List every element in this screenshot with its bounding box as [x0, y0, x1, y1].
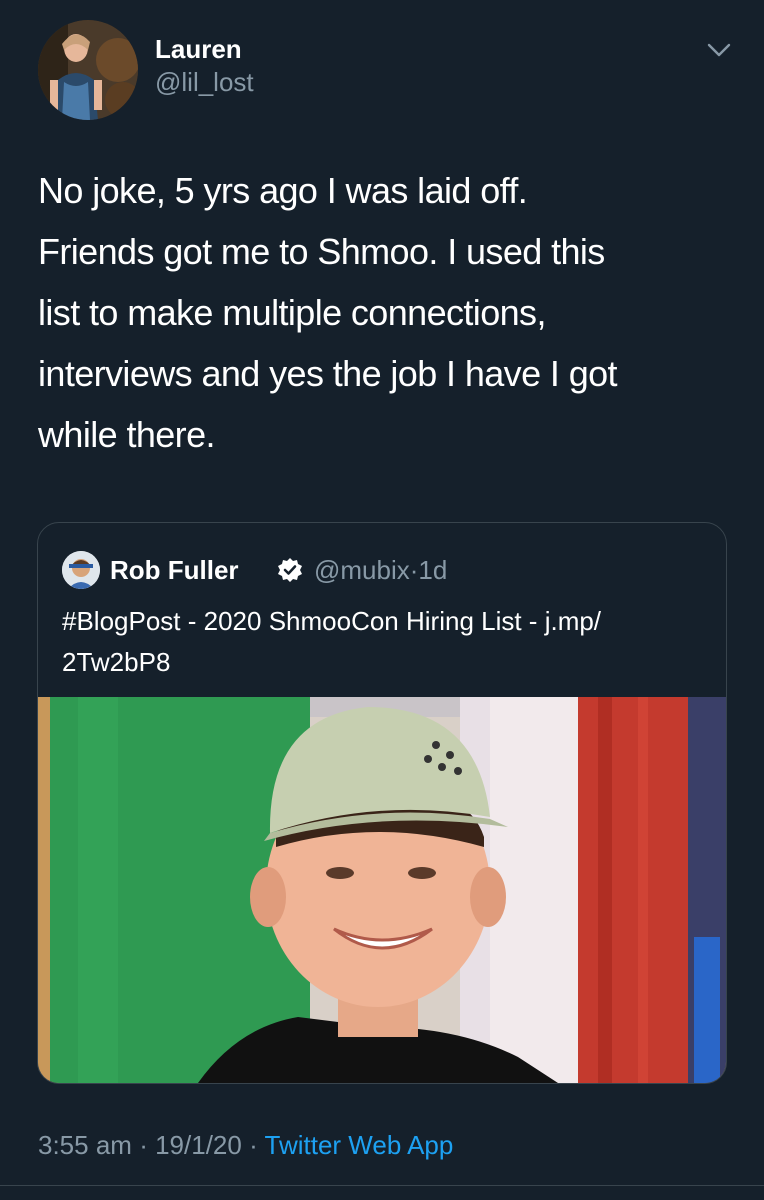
meta-separator: · — [139, 1130, 148, 1160]
author-names: Lauren @lil_lost — [155, 34, 254, 98]
quoted-handle[interactable]: @mubix — [314, 555, 410, 585]
quoted-display-name[interactable]: Rob Fuller — [110, 555, 239, 586]
meta-separator: · — [249, 1130, 258, 1160]
quoted-handle-and-time: @mubix·1d — [314, 555, 447, 586]
quoted-tweet-text: #BlogPost - 2020 ShmooCon Hiring List - … — [62, 606, 602, 677]
quoted-age[interactable]: 1d — [418, 555, 447, 585]
avatar-photo-icon — [38, 20, 138, 120]
tweet-source-link[interactable]: Twitter Web App — [265, 1130, 454, 1160]
tweet-text: No joke, 5 yrs ago I was laid off. Frien… — [38, 170, 618, 455]
quoted-tweet-card[interactable]: Rob Fuller @mubix·1d #BlogPost - 2020 Sh… — [37, 522, 727, 1084]
author-avatar[interactable] — [38, 20, 138, 120]
quoted-tweet-header: Rob Fuller @mubix·1d — [62, 551, 702, 589]
author-display-name[interactable]: Lauren — [155, 34, 254, 64]
quoted-avatar-icon — [62, 551, 100, 589]
tweet-header: Lauren @lil_lost — [38, 20, 738, 120]
chevron-down-icon[interactable] — [706, 40, 732, 60]
tweet-date[interactable]: 19/1/20 — [155, 1130, 242, 1160]
tweet-meta: 3:55 am · 19/1/20 · Twitter Web App — [38, 1130, 453, 1161]
author-handle[interactable]: @lil_lost — [155, 66, 254, 98]
person-photo-icon[interactable] — [38, 697, 726, 1083]
divider — [0, 1185, 764, 1186]
quoted-author-avatar[interactable] — [62, 551, 100, 589]
verified-badge-icon — [278, 558, 302, 582]
tweet-time[interactable]: 3:55 am — [38, 1130, 132, 1160]
